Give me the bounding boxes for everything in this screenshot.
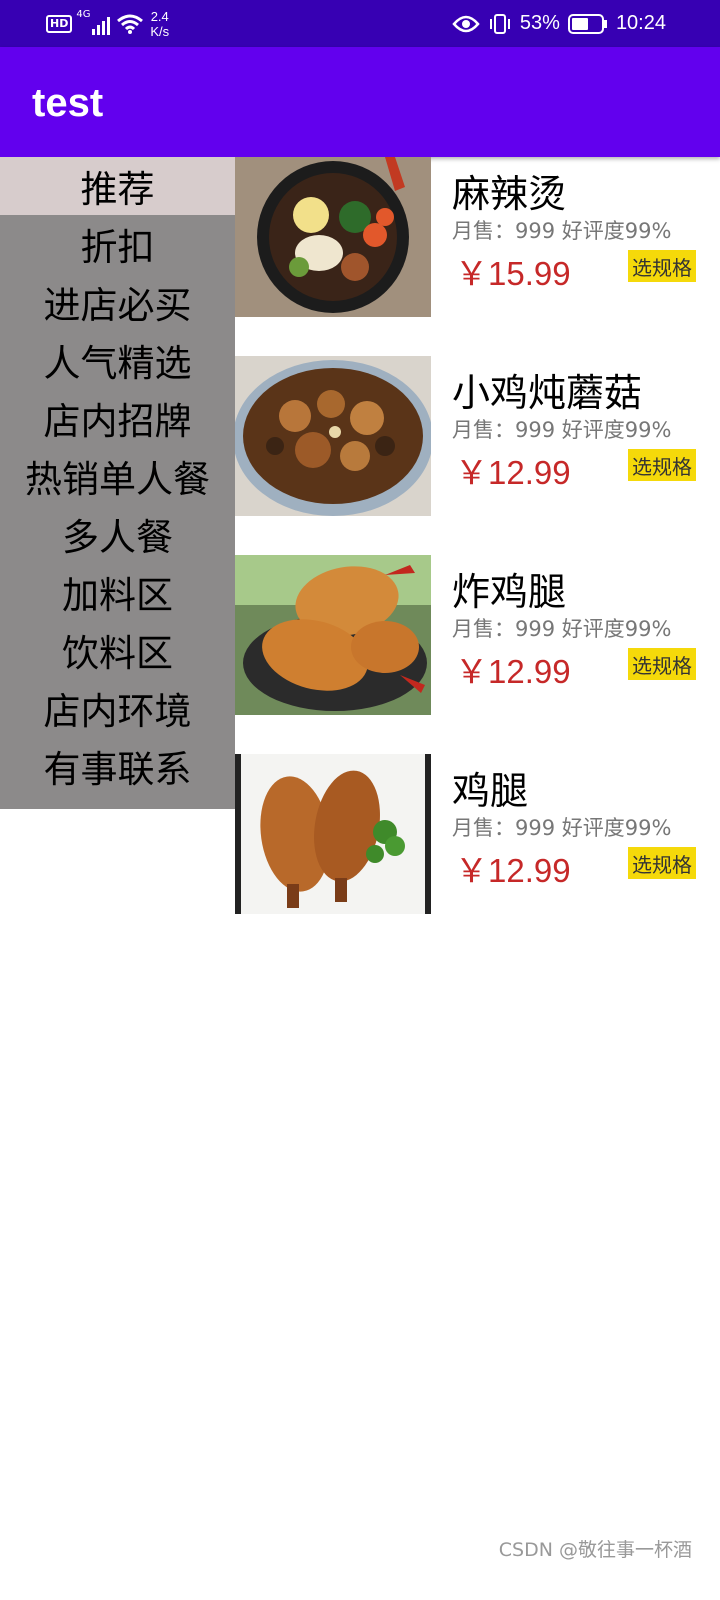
category-item-discount[interactable]: 折扣	[0, 215, 235, 273]
watermark: CSDN @敬往事一杯酒	[498, 1539, 692, 1561]
select-spec-button[interactable]: 选规格	[628, 847, 696, 879]
product-price: ￥12.99	[455, 852, 571, 889]
product-item[interactable]: 麻辣烫 月售：999 好评度99% ￥15.99 选规格	[235, 157, 720, 317]
category-item-single-meal[interactable]: 热销单人餐	[0, 447, 235, 505]
clock: 10:24	[615, 12, 666, 34]
status-bar: HD 4G 2.4 K/s 53% 10:24	[0, 0, 720, 47]
select-spec-button[interactable]: 选规格	[628, 648, 696, 680]
battery-icon	[567, 13, 607, 34]
select-spec-button[interactable]: 选规格	[628, 449, 696, 481]
hd-badge: HD	[46, 14, 73, 33]
category-item-extras[interactable]: 加料区	[0, 563, 235, 621]
category-item-must-buy[interactable]: 进店必买	[0, 273, 235, 331]
category-sidebar: 推荐 折扣 进店必买 人气精选 店内招牌 热销单人餐 多人餐 加料区 饮料区 店…	[0, 157, 235, 809]
vibrate-icon	[489, 13, 510, 34]
status-right: 53% 10:24	[452, 0, 666, 47]
product-price: ￥15.99	[455, 255, 571, 292]
category-item-recommend[interactable]: 推荐	[0, 157, 235, 215]
product-sales: 月售：999 好评度99%	[452, 219, 672, 243]
product-item[interactable]: 炸鸡腿 月售：999 好评度99% ￥12.99 选规格	[235, 555, 720, 715]
product-name: 炸鸡腿	[452, 570, 567, 614]
network-type: 4G	[76, 8, 91, 20]
product-sales: 月售：999 好评度99%	[452, 816, 672, 840]
battery-percent: 53%	[519, 12, 560, 34]
product-sales: 月售：999 好评度99%	[452, 418, 672, 442]
app-title: test	[32, 81, 104, 125]
category-item-contact[interactable]: 有事联系	[0, 737, 235, 795]
product-sales: 月售：999 好评度99%	[452, 617, 672, 641]
product-item[interactable]: 小鸡炖蘑菇 月售：999 好评度99% ￥12.99 选规格	[235, 356, 720, 516]
malatang-photo	[235, 157, 431, 317]
product-name: 鸡腿	[452, 769, 529, 813]
category-item-group-meal[interactable]: 多人餐	[0, 505, 235, 563]
app-bar: test	[0, 47, 720, 157]
network-speed-unit: K/s	[150, 23, 170, 39]
signal-icon: 4G	[76, 9, 111, 35]
network-speed-value: 2.4	[150, 8, 169, 24]
category-item-drinks[interactable]: 饮料区	[0, 621, 235, 679]
product-list: 麻辣烫 月售：999 好评度99% ￥15.99 选规格 小鸡炖蘑菇 月售：99…	[235, 157, 720, 953]
network-speed: 2.4 K/s	[150, 9, 169, 39]
category-item-signature[interactable]: 店内招牌	[0, 389, 235, 447]
category-item-environment[interactable]: 店内环境	[0, 679, 235, 737]
wifi-icon	[117, 14, 144, 34]
product-item[interactable]: 鸡腿 月售：999 好评度99% ￥12.99 选规格	[235, 754, 720, 914]
product-price: ￥12.99	[455, 454, 571, 491]
fried-drumstick-photo	[235, 555, 431, 715]
product-price: ￥12.99	[455, 653, 571, 690]
drumstick-photo	[235, 754, 431, 914]
chicken-mushroom-stew-photo	[235, 356, 431, 516]
eye-icon	[452, 15, 480, 32]
status-left: HD 4G 2.4 K/s	[46, 0, 169, 47]
product-name: 小鸡炖蘑菇	[452, 371, 643, 415]
product-name: 麻辣烫	[452, 172, 567, 216]
select-spec-button[interactable]: 选规格	[628, 250, 696, 282]
category-item-popular[interactable]: 人气精选	[0, 331, 235, 389]
